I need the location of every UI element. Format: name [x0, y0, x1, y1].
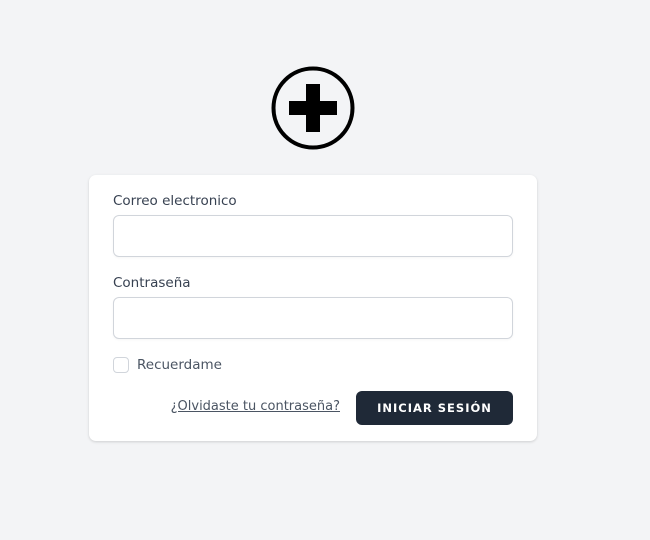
medical-cross-icon [271, 66, 355, 150]
login-button[interactable]: INICIAR SESIÓN [356, 391, 513, 425]
remember-checkbox[interactable] [113, 357, 129, 373]
password-label: Contraseña [113, 275, 191, 291]
login-card: Correo electronico Contraseña Recuerdame… [89, 175, 537, 441]
email-field[interactable] [113, 215, 513, 257]
logo[interactable] [271, 66, 355, 150]
remember-me[interactable]: Recuerdame [113, 356, 222, 374]
forgot-password-link[interactable]: ¿Olvidaste tu contraseña? [171, 398, 340, 416]
email-label: Correo electronico [113, 193, 237, 209]
remember-label: Recuerdame [137, 357, 222, 373]
password-field[interactable] [113, 297, 513, 339]
